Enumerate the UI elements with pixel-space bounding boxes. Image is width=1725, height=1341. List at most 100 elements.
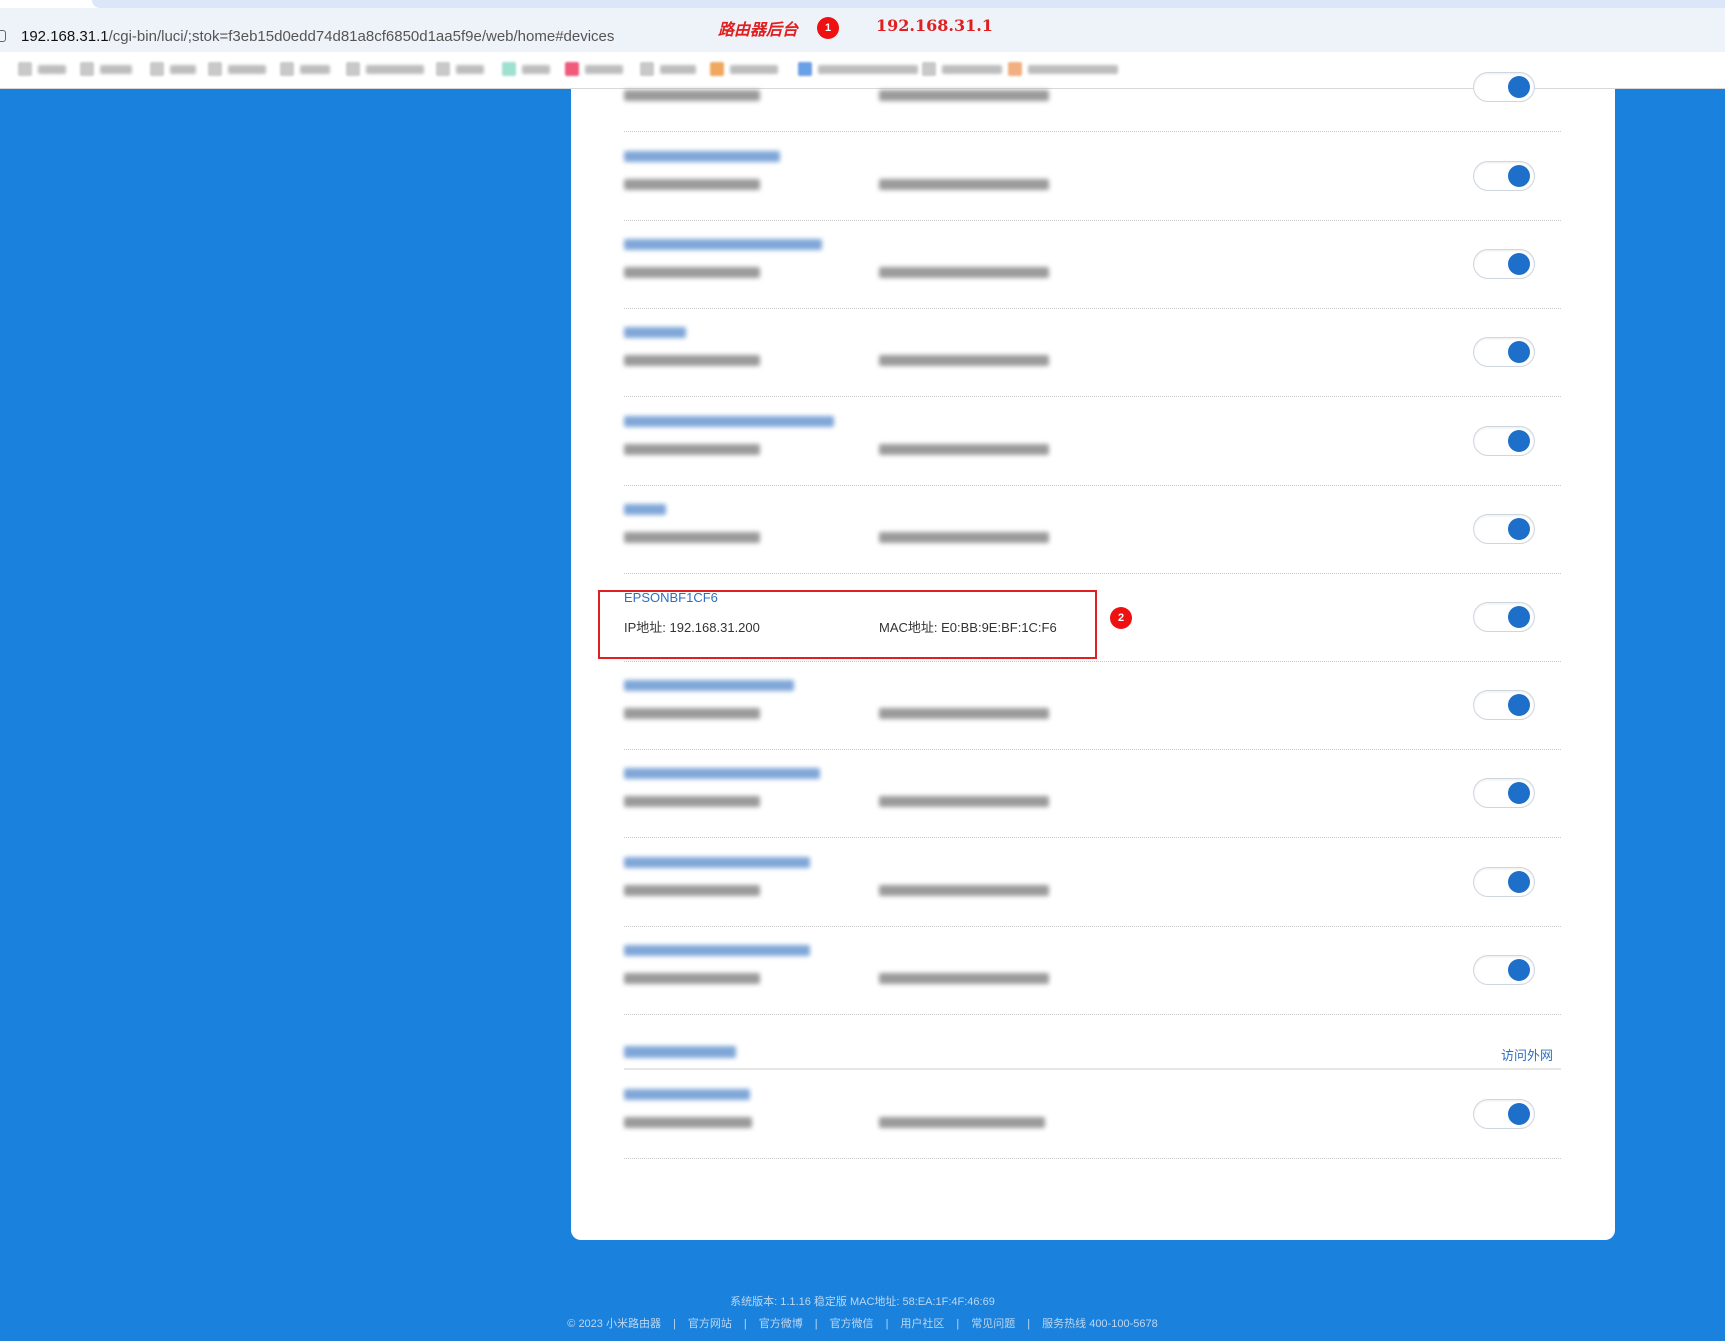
network-access-toggle[interactable] [1473, 337, 1535, 367]
bookmark-item[interactable] [502, 62, 550, 76]
toggle-knob [1508, 606, 1530, 628]
device-row [624, 927, 1561, 1015]
device-name-blurred[interactable] [624, 416, 834, 427]
device-name-blurred[interactable] [624, 239, 822, 250]
lock-icon[interactable] [0, 30, 6, 42]
device-ip-blurred [624, 973, 760, 984]
device-row [624, 221, 1561, 309]
device-ip-blurred [624, 885, 760, 896]
toggle-knob [1508, 871, 1530, 893]
device-mac-blurred [879, 708, 1049, 719]
network-access-toggle[interactable] [1473, 690, 1535, 720]
device-mac-blurred [879, 179, 1049, 190]
annotation-badge-1: 1 [817, 17, 839, 39]
bookmark-icon [150, 62, 164, 76]
annotation-title: 路由器后台 [718, 20, 799, 39]
device-mac-blurred [879, 885, 1049, 896]
device-name-blurred[interactable] [624, 680, 794, 691]
network-access-toggle[interactable] [1473, 955, 1535, 985]
device-ip-blurred [624, 1117, 752, 1128]
device-mac-blurred [879, 355, 1049, 366]
device-mac-blurred [879, 267, 1049, 278]
device-name-blurred[interactable] [624, 945, 810, 956]
bookmark-item[interactable] [346, 62, 424, 76]
device-ip-blurred [624, 267, 760, 278]
bookmark-item[interactable] [208, 62, 266, 76]
device-name-blurred[interactable] [624, 327, 686, 338]
bookmark-item[interactable] [280, 62, 330, 76]
bookmark-item[interactable] [150, 62, 196, 76]
device-name-blurred[interactable] [624, 768, 820, 779]
bookmark-item[interactable] [18, 62, 66, 76]
device-row [624, 662, 1561, 750]
device-name-blurred[interactable] [624, 504, 666, 515]
footer-version: 系统版本: 1.1.16 稳定版 MAC地址: 58:EA:1F:4F:46:6… [730, 1296, 995, 1308]
bookmark-icon [80, 62, 94, 76]
device-name-blurred[interactable] [624, 1089, 750, 1100]
annotation-ip: 192.168.31.1 [876, 16, 993, 35]
network-access-toggle[interactable] [1473, 249, 1535, 279]
bookmark-icon [565, 62, 579, 76]
device-row [624, 309, 1561, 397]
device-row [624, 398, 1561, 486]
toggle-knob [1508, 518, 1530, 540]
network-access-toggle[interactable] [1473, 514, 1535, 544]
device-mac-blurred [879, 796, 1049, 807]
device-mac-blurred [879, 444, 1049, 455]
device-name-blurred[interactable] [624, 857, 810, 868]
browser-tab-strip [0, 0, 1725, 8]
network-access-toggle[interactable] [1473, 426, 1535, 456]
toggle-knob [1508, 76, 1530, 98]
footer-link-wechat[interactable]: 官方微信 [830, 1318, 874, 1330]
bookmark-item[interactable] [565, 62, 623, 76]
network-access-toggle[interactable] [1473, 1099, 1535, 1129]
network-access-toggle[interactable] [1473, 778, 1535, 808]
network-access-toggle[interactable] [1473, 161, 1535, 191]
bookmark-icon [280, 62, 294, 76]
bookmark-item[interactable] [436, 62, 484, 76]
bookmark-item[interactable] [80, 62, 132, 76]
footer-link-weibo[interactable]: 官方微博 [759, 1318, 803, 1330]
toggle-knob [1508, 341, 1530, 363]
toggle-knob [1508, 430, 1530, 452]
device-row [624, 133, 1561, 221]
network-access-toggle[interactable] [1473, 602, 1535, 632]
footer-links: © 2023 小米路由器 | 官方网站 | 官方微博 | 官方微信 | 用户社区 | 常见问题 | 服务… [567, 1318, 1158, 1330]
bookmark-icon [208, 62, 222, 76]
device-name-blurred[interactable] [624, 151, 780, 162]
section-header: 访问外网 [624, 1040, 1561, 1070]
bookmark-icon [436, 62, 450, 76]
device-row [624, 1071, 1561, 1159]
url-host: 192.168.31.1 [21, 28, 109, 45]
bookmark-icon [502, 62, 516, 76]
annotation-badge-2: 2 [1110, 607, 1132, 629]
device-row [624, 486, 1561, 574]
bookmark-icon [18, 62, 32, 76]
device-mac-blurred [879, 532, 1049, 543]
device-ip-blurred [624, 796, 760, 807]
network-access-toggle[interactable] [1473, 72, 1535, 102]
footer-link-community[interactable]: 用户社区 [900, 1318, 944, 1330]
device-ip-blurred [624, 444, 760, 455]
device-row [624, 750, 1561, 838]
visit-internet-header: 访问外网 [1500, 1048, 1553, 1063]
device-ip-blurred [624, 355, 760, 366]
network-access-toggle[interactable] [1473, 867, 1535, 897]
device-ip-blurred [624, 532, 760, 543]
url-text[interactable]: 192.168.31.1/cgi-bin/luci/;stok=f3eb15d0… [21, 28, 614, 45]
footer-link-faq[interactable]: 常见问题 [971, 1318, 1015, 1330]
device-ip-blurred [624, 179, 760, 190]
device-ip-blurred [624, 90, 760, 101]
footer-link-website[interactable]: 官方网站 [688, 1318, 732, 1330]
device-mac-blurred [879, 90, 1049, 101]
footer: 系统版本: 1.1.16 稳定版 MAC地址: 58:EA:1F:4F:46:6… [0, 1291, 1725, 1335]
toggle-knob [1508, 782, 1530, 804]
bookmark-icon [346, 62, 360, 76]
footer-hotline: 服务热线 400-100-5678 [1042, 1318, 1158, 1330]
annotation-highlight-box [598, 590, 1097, 659]
device-row [624, 839, 1561, 927]
toggle-knob [1508, 694, 1530, 716]
toggle-knob [1508, 253, 1530, 275]
device-mac-blurred [879, 1117, 1045, 1128]
active-tab[interactable] [92, 0, 1725, 8]
